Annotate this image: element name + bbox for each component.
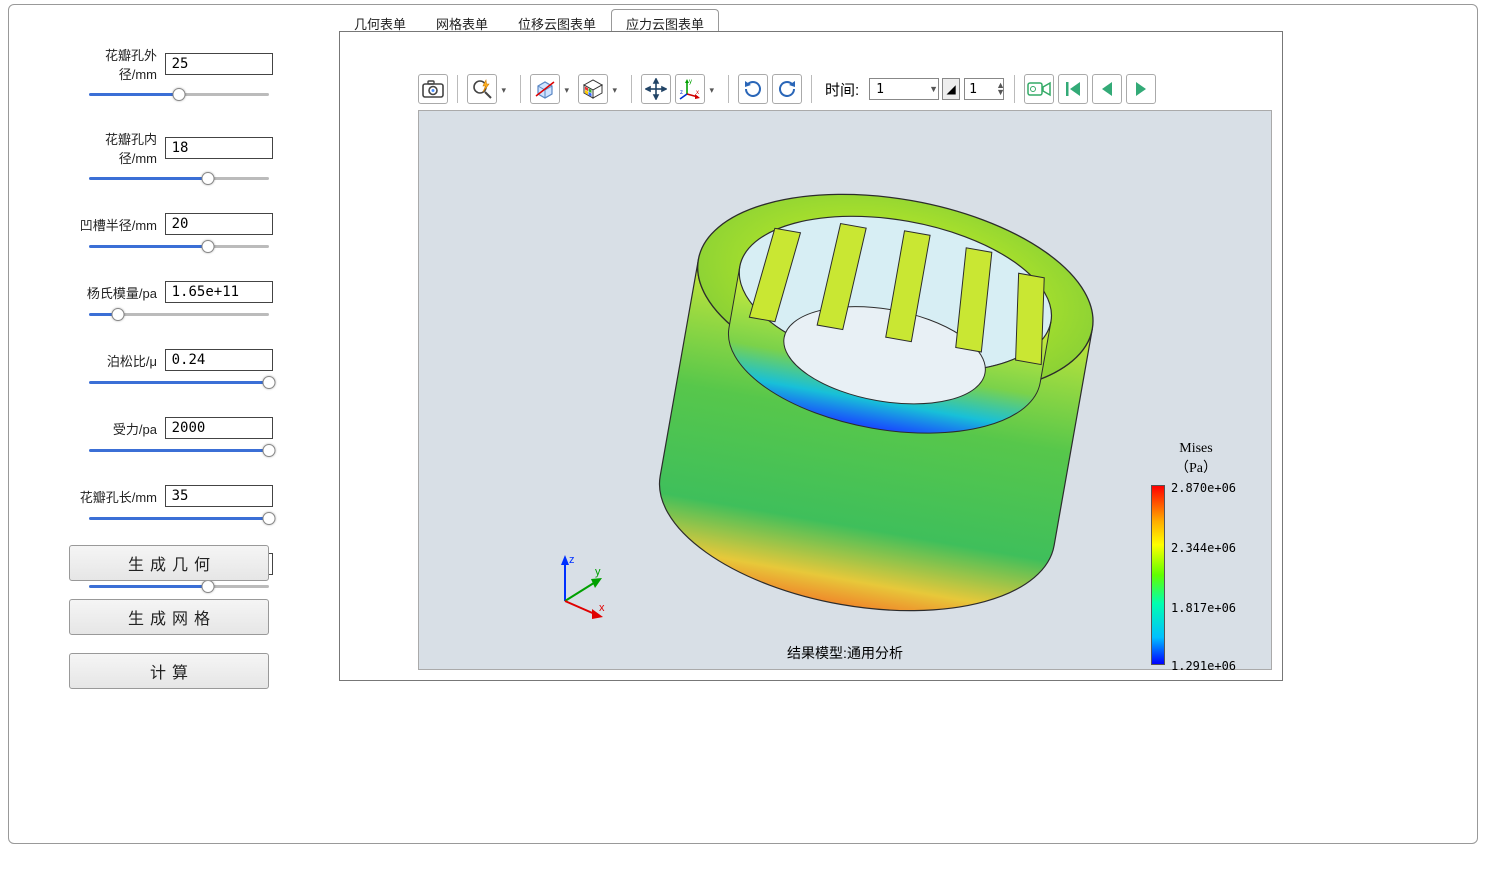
step-spinner[interactable]: [964, 78, 1004, 100]
slider-hole-length[interactable]: [89, 511, 269, 525]
param-row-hole-length: 花瓣孔长/mm: [79, 485, 299, 525]
legend-title-2: （Pa）: [1141, 457, 1251, 477]
slider-inner-radius[interactable]: [89, 171, 269, 185]
reload-ccw-icon[interactable]: [772, 74, 802, 104]
generate-geometry-button[interactable]: 生成几何: [69, 545, 269, 581]
param-input-poisson[interactable]: [165, 349, 273, 371]
sidebar: 花瓣孔外径/mm 花瓣孔内径/mm 凹槽半径/mm 杨氏模量/pa 泊松比/μ …: [79, 45, 299, 621]
param-row-groove-radius: 凹槽半径/mm: [79, 213, 299, 253]
param-label: 花瓣孔长/mm: [79, 487, 157, 506]
fea-model: [639, 151, 1099, 621]
param-input-force[interactable]: [165, 417, 273, 439]
rubik-color-icon[interactable]: [578, 74, 608, 104]
generate-mesh-button[interactable]: 生成网格: [69, 599, 269, 635]
slider-outer-radius[interactable]: [89, 87, 269, 101]
legend-tick: 1.291e+06: [1171, 659, 1236, 673]
param-input-inner-radius[interactable]: [165, 137, 273, 159]
svg-text:z: z: [680, 90, 683, 96]
camera-icon[interactable]: [418, 74, 448, 104]
camcorder-icon[interactable]: [1024, 74, 1054, 104]
render-canvas[interactable]: z y x 结果模型:通用分析 Mises （Pa） 2.870e+06 2.3…: [418, 110, 1272, 670]
reload-cw-icon[interactable]: [738, 74, 768, 104]
svg-text:x: x: [599, 602, 605, 614]
time-dropdown[interactable]: [869, 78, 939, 100]
param-row-inner-radius: 花瓣孔内径/mm: [79, 129, 299, 185]
legend-tick: 1.817e+06: [1171, 601, 1236, 615]
svg-text:z: z: [569, 554, 575, 566]
legend-title-1: Mises: [1141, 441, 1251, 457]
action-buttons: 生成几何 生成网格 计算: [69, 545, 269, 707]
svg-text:x: x: [696, 90, 699, 96]
calculate-button[interactable]: 计算: [69, 653, 269, 689]
result-label: 结果模型:通用分析: [787, 643, 903, 663]
param-row-poisson: 泊松比/μ: [79, 349, 299, 389]
param-label: 凹槽半径/mm: [79, 215, 157, 234]
legend-tick: 2.344e+06: [1171, 541, 1236, 555]
skip-first-icon[interactable]: [1058, 74, 1088, 104]
slider-groove-radius[interactable]: [89, 239, 269, 253]
axes-triad: z y x: [545, 551, 615, 621]
param-label: 受力/pa: [79, 419, 157, 438]
zoom-flash-icon[interactable]: [467, 74, 497, 104]
legend-tick: 2.870e+06: [1171, 481, 1236, 495]
param-row-outer-radius: 花瓣孔外径/mm: [79, 45, 299, 101]
param-input-young-modulus[interactable]: [165, 281, 273, 303]
slider-force[interactable]: [89, 443, 269, 457]
viewport: yxz 时间: ▼ ◢ ▲▼: [339, 31, 1283, 681]
param-label: 杨氏模量/pa: [79, 283, 157, 302]
param-label: 泊松比/μ: [79, 351, 157, 370]
legend-gradient: [1151, 485, 1165, 665]
param-label: 花瓣孔内径/mm: [79, 129, 157, 167]
slider-poisson[interactable]: [89, 375, 269, 389]
param-input-groove-radius[interactable]: [165, 213, 273, 235]
main-panel: 花瓣孔外径/mm 花瓣孔内径/mm 凹槽半径/mm 杨氏模量/pa 泊松比/μ …: [8, 4, 1478, 844]
svg-text:y: y: [689, 79, 692, 85]
axes-xyz-icon[interactable]: yx z: [675, 74, 705, 104]
time-label: 时间:: [825, 79, 859, 100]
param-label: 花瓣孔外径/mm: [79, 45, 157, 83]
move-crosshair-icon[interactable]: [641, 74, 671, 104]
viewer-toolbar: yxz 时间: ▼ ◢ ▲▼: [418, 70, 1272, 108]
param-input-hole-length[interactable]: [165, 485, 273, 507]
transparent-box-icon[interactable]: [530, 74, 560, 104]
color-legend: Mises （Pa） 2.870e+06 2.344e+06 1.817e+06…: [1141, 441, 1251, 477]
param-input-outer-radius[interactable]: [165, 53, 273, 75]
play-prev-icon[interactable]: [1092, 74, 1122, 104]
play-next-icon[interactable]: [1126, 74, 1156, 104]
svg-text:y: y: [595, 566, 601, 578]
param-row-young-modulus: 杨氏模量/pa: [79, 281, 299, 321]
param-row-force: 受力/pa: [79, 417, 299, 457]
slider-young-modulus[interactable]: [89, 307, 269, 321]
scale-toggle-icon[interactable]: ◢: [942, 78, 960, 100]
